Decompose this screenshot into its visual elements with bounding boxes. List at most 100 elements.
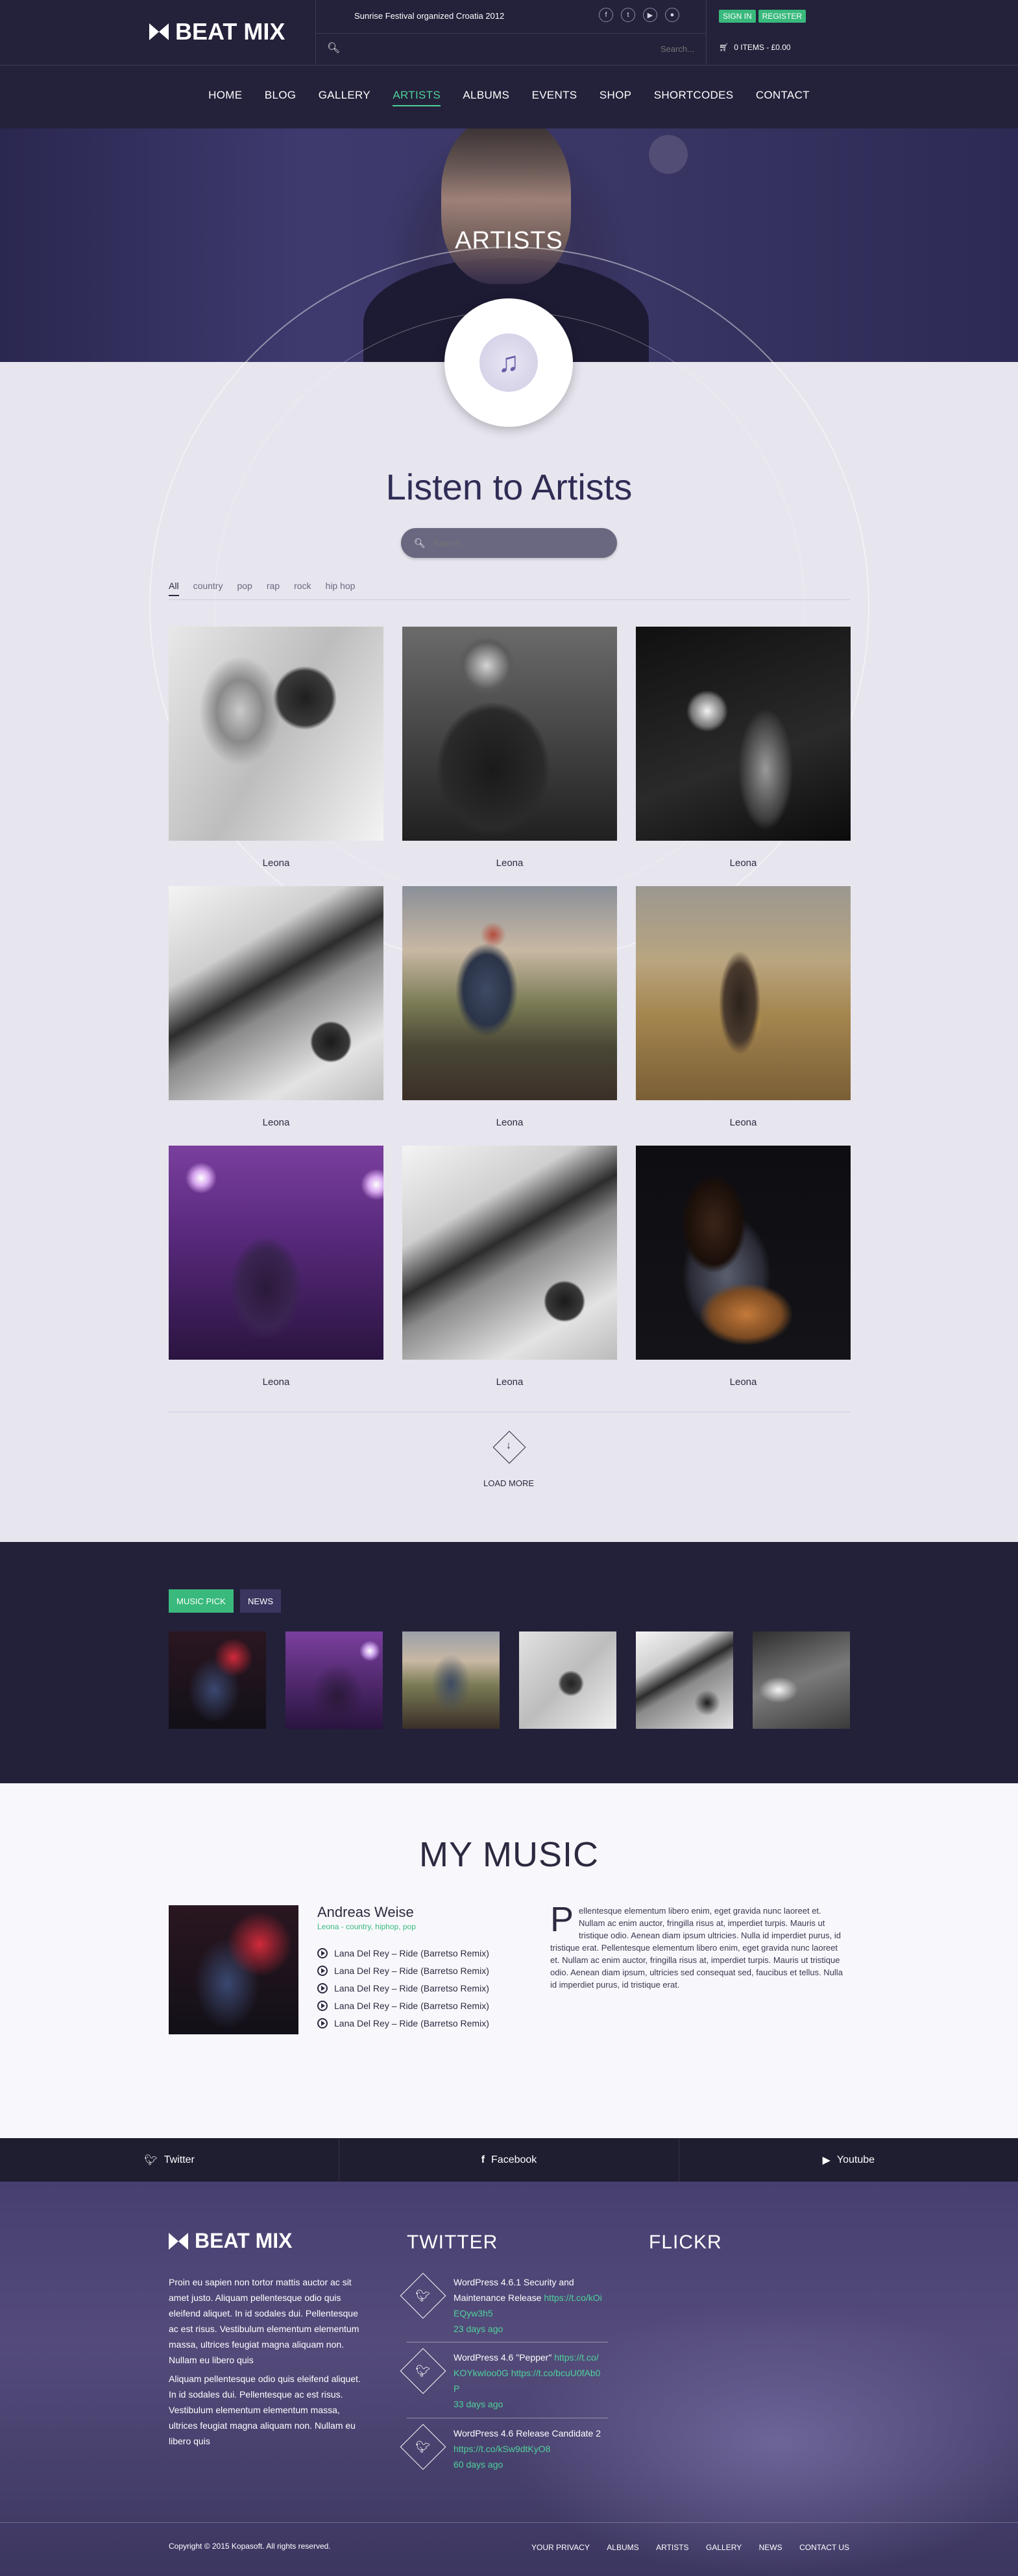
artist-photo[interactable] <box>169 627 383 841</box>
pick-thumbnail[interactable] <box>285 1631 383 1729</box>
nav-contact[interactable]: CONTACT <box>756 89 810 101</box>
pick-thumbnail[interactable] <box>519 1631 616 1729</box>
artist-photo[interactable] <box>402 627 617 841</box>
artist-photo[interactable] <box>402 1146 617 1360</box>
tweet-link[interactable]: https://t.co/kSw9dtKyO8 <box>454 2444 550 2454</box>
apple-icon[interactable]: ● <box>665 8 679 22</box>
track-item[interactable]: Lana Del Rey – Ride (Barretso Remix) <box>317 1948 489 1958</box>
search-icon: 🔍︎ <box>414 537 426 548</box>
tweet: 🐦︎ WordPress 4.6.1 Security and Maintena… <box>400 2272 603 2337</box>
artist-photo[interactable] <box>402 886 617 1100</box>
twitter-icon[interactable]: t <box>621 8 635 22</box>
tweet-text: WordPress 4.6 "Pepper" <box>454 2352 555 2363</box>
social-facebook[interactable]: f Facebook <box>339 2138 679 2182</box>
footer-link-news[interactable]: NEWS <box>759 2543 782 2552</box>
artist-name[interactable]: Leona <box>402 858 617 869</box>
nav-gallery[interactable]: GALLERY <box>319 89 370 101</box>
social-youtube[interactable]: ▶ Youtube <box>679 2138 1018 2182</box>
pick-thumbnail[interactable] <box>169 1631 266 1729</box>
cart[interactable]: 🛒︎ 0 ITEMS - £0.00 <box>719 43 791 52</box>
tab-news[interactable]: NEWS <box>240 1589 281 1613</box>
footer-link-privacy[interactable]: YOUR PRIVACY <box>531 2543 590 2552</box>
track-item[interactable]: Lana Del Rey – Ride (Barretso Remix) <box>317 2001 489 2011</box>
filter-country[interactable]: country <box>193 581 223 596</box>
site-header: BEAT MIX Sunrise Festival organized Croa… <box>0 0 1018 128</box>
nav-shop[interactable]: SHOP <box>600 89 631 101</box>
artist-name: Andreas Weise <box>317 1904 414 1920</box>
artist-name[interactable]: Leona <box>636 1117 851 1128</box>
description-text: ellentesque elementum libero enim, eget … <box>550 1906 843 1990</box>
artist-search[interactable]: 🔍︎ <box>401 528 617 558</box>
dropcap: P <box>550 1900 574 1939</box>
artist-name[interactable]: Leona <box>636 858 851 869</box>
divider <box>169 599 850 600</box>
filter-rock[interactable]: rock <box>294 581 311 596</box>
twitter-title: TWITTER <box>407 2232 498 2253</box>
load-more-button[interactable]: ↓ LOAD MORE <box>476 1427 541 1492</box>
social-label: Twitter <box>164 2154 195 2165</box>
track-item[interactable]: Lana Del Rey – Ride (Barretso Remix) <box>317 1966 489 1976</box>
artist-name[interactable]: Leona <box>636 1377 851 1388</box>
sign-in-button[interactable]: SIGN IN <box>719 10 756 23</box>
nav-home[interactable]: HOME <box>208 89 242 101</box>
divider <box>0 65 1018 66</box>
nav-albums[interactable]: ALBUMS <box>463 89 509 101</box>
play-icon[interactable] <box>317 1948 328 1958</box>
artist-name[interactable]: Leona <box>169 1117 383 1128</box>
pick-thumbnail[interactable] <box>402 1631 500 1729</box>
tweet-time: 33 days ago <box>454 2399 503 2409</box>
nav-events[interactable]: EVENTS <box>532 89 577 101</box>
section-title: Listen to Artists <box>385 466 633 507</box>
artist-name[interactable]: Leona <box>402 1377 617 1388</box>
tweet: 🐦︎ WordPress 4.6 Release Candidate 2 htt… <box>400 2424 603 2472</box>
artist-photo[interactable] <box>636 627 851 841</box>
artist-name[interactable]: Leona <box>402 1117 617 1128</box>
footer-link-albums[interactable]: ALBUMS <box>607 2543 638 2552</box>
nav-shortcodes[interactable]: SHORTCODES <box>654 89 734 101</box>
track-item[interactable]: Lana Del Rey – Ride (Barretso Remix) <box>317 1983 489 1993</box>
filter-rap[interactable]: rap <box>267 581 280 596</box>
track-title: Lana Del Rey – Ride (Barretso Remix) <box>334 1948 489 1958</box>
youtube-icon[interactable]: ▶ <box>643 8 657 22</box>
social-links: f t ▶ ● <box>599 8 679 22</box>
tab-music-pick[interactable]: MUSIC PICK <box>169 1589 234 1613</box>
social-twitter[interactable]: 🐦︎ Twitter <box>0 2138 340 2182</box>
nav-blog[interactable]: BLOG <box>265 89 296 101</box>
play-icon[interactable] <box>317 1966 328 1976</box>
filter-all[interactable]: All <box>169 581 179 596</box>
announcement-text: Sunrise Festival organized Croatia 2012 <box>354 11 505 21</box>
pick-thumbnail[interactable] <box>636 1631 733 1729</box>
footer-link-gallery[interactable]: GALLERY <box>706 2543 742 2552</box>
logo-mark-icon <box>169 2232 188 2250</box>
filter-hip-hop[interactable]: hip hop <box>326 581 356 596</box>
artist-photo[interactable] <box>169 886 383 1100</box>
footer-logo[interactable]: BEAT MIX <box>169 2229 293 2253</box>
play-icon[interactable] <box>317 2001 328 2011</box>
music-note-icon: ♫ <box>479 333 538 392</box>
play-icon[interactable] <box>317 1983 328 1993</box>
artist-name[interactable]: Leona <box>169 1377 383 1388</box>
filter-pop[interactable]: pop <box>237 581 252 596</box>
play-icon[interactable] <box>317 2018 328 2028</box>
logo-text: BEAT MIX <box>195 2229 293 2252</box>
header-search-input[interactable] <box>350 40 694 57</box>
footer-link-artists[interactable]: ARTISTS <box>656 2543 688 2552</box>
artist-name[interactable]: Leona <box>169 858 383 869</box>
site-logo[interactable]: BEAT MIX <box>149 18 285 45</box>
artist-genres: Leona - country, hiphop, pop <box>317 1922 416 1931</box>
footer-link-contact[interactable]: CONTACT US <box>799 2543 849 2552</box>
artist-photo[interactable] <box>636 1146 851 1360</box>
track-title: Lana Del Rey – Ride (Barretso Remix) <box>334 2001 489 2011</box>
my-music-title: MY MUSIC <box>418 1835 600 1874</box>
artist-search-input[interactable] <box>433 538 596 548</box>
album-cover[interactable] <box>169 1905 298 2034</box>
register-button[interactable]: REGISTER <box>758 10 806 23</box>
nav-artists[interactable]: ARTISTS <box>393 89 441 106</box>
artist-photo[interactable] <box>636 886 851 1100</box>
facebook-icon[interactable]: f <box>599 8 613 22</box>
pick-thumbnail[interactable] <box>753 1631 850 1729</box>
youtube-icon: ▶ <box>822 2154 830 2166</box>
track-item[interactable]: Lana Del Rey – Ride (Barretso Remix) <box>317 2018 489 2028</box>
artist-photo[interactable] <box>169 1146 383 1360</box>
search-icon[interactable]: 🔍︎ <box>327 42 340 54</box>
